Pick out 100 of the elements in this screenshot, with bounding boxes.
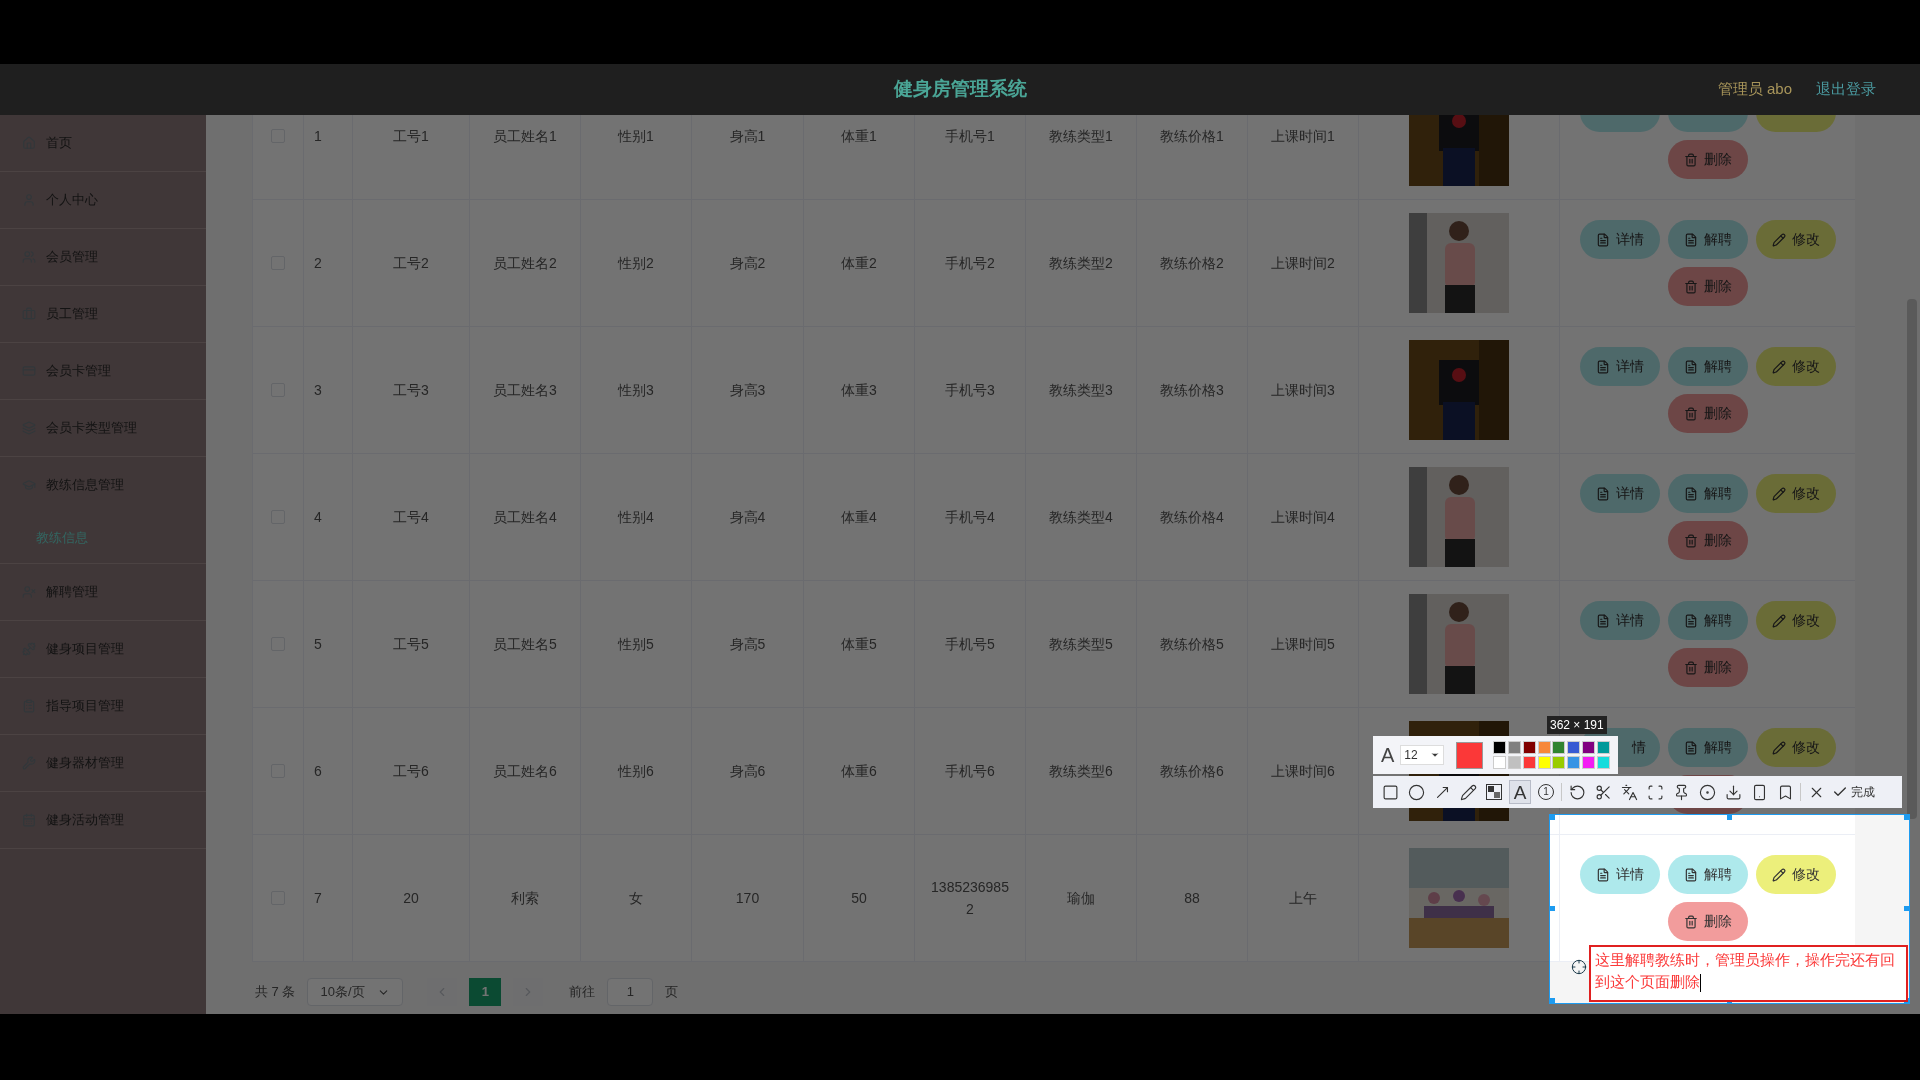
detail-button[interactable]: 详情 [1580, 855, 1660, 894]
table-cell-text: 教练类型5 [1049, 635, 1113, 654]
table-cell-text: 上课时间5 [1271, 635, 1335, 654]
dismiss-button[interactable]: 解聘 [1668, 474, 1748, 513]
dismiss-button[interactable]: 解聘 [1668, 601, 1748, 640]
edit-button[interactable]: 修改 [1756, 855, 1836, 894]
dismiss-button[interactable]: 解聘 [1668, 347, 1748, 386]
table-cell-text: 13852369852 [930, 878, 1010, 919]
color-swatch[interactable] [1552, 741, 1566, 754]
color-swatch[interactable] [1537, 741, 1551, 754]
dismiss-button[interactable]: 解聘 [1668, 855, 1748, 894]
delete-button[interactable]: 删除 [1668, 521, 1748, 560]
size-label: 362 × 191 [1547, 716, 1607, 734]
table-cell-text: 6 [314, 762, 322, 781]
table-cell-text: 工号1 [393, 127, 429, 146]
color-swatch[interactable] [1567, 741, 1581, 754]
detail-button[interactable]: 详情 [1580, 474, 1660, 513]
color-swatch[interactable] [1597, 756, 1611, 769]
table-cell-text: 上课时间4 [1271, 508, 1335, 527]
table-cell-text: 教练类型4 [1049, 508, 1113, 527]
edit-button[interactable]: 修改 [1756, 601, 1836, 640]
delete-button[interactable]: 删除 [1668, 902, 1748, 941]
table-cell-text: 身高1 [729, 127, 766, 146]
color-swatch[interactable] [1567, 756, 1581, 769]
color-swatch[interactable] [1582, 741, 1596, 754]
table-cell-text: 体重6 [841, 762, 877, 781]
table-cell-text: 员工姓名6 [493, 762, 557, 781]
color-swatch[interactable] [1492, 756, 1506, 769]
trash-icon [1684, 533, 1698, 548]
table-cell-text: 性别4 [618, 508, 654, 527]
page-button[interactable]: 1 [469, 978, 502, 1006]
table-cell-text: 1 [314, 127, 322, 146]
total-count: 共 7 条 [255, 983, 296, 1002]
edit-button[interactable]: 修改 [1756, 347, 1836, 386]
page-input[interactable]: 1 [607, 978, 654, 1006]
translate-icon [1620, 783, 1638, 801]
table-cell-text: 体重2 [841, 254, 877, 273]
table-cell-text: 教练价格5 [1160, 635, 1224, 654]
edit-button[interactable]: 修改 [1756, 474, 1836, 513]
edit-button[interactable]: 修改 [1756, 728, 1836, 767]
delete-button[interactable]: 删除 [1668, 394, 1748, 433]
dismiss-button[interactable]: 解聘 [1668, 220, 1748, 259]
edit-button[interactable]: 修改 [1756, 220, 1836, 259]
trash-icon [1684, 406, 1698, 421]
number-tool[interactable]: 1 [1535, 780, 1557, 804]
table-cell-text: 4 [314, 508, 322, 527]
app-title: 健身房管理系统 [893, 77, 1027, 102]
detail-button[interactable]: 详情 [1580, 220, 1660, 259]
table-cell-text: 身高3 [729, 381, 766, 400]
document-icon [1684, 359, 1698, 374]
color-swatch[interactable] [1597, 741, 1611, 754]
user-name: 管理员 abo [1717, 79, 1792, 100]
color-swatch[interactable] [1522, 756, 1536, 769]
table-cell-text: 员工姓名2 [493, 254, 557, 273]
font-size-select[interactable]: 12 [1400, 745, 1445, 765]
table-cell-text: 5 [314, 635, 322, 654]
color-swatch[interactable] [1552, 756, 1566, 769]
table-cell-text: 上课时间2 [1271, 254, 1335, 273]
table-cell-text: 工号5 [393, 635, 429, 654]
current-color[interactable] [1456, 741, 1483, 769]
dismiss-button[interactable]: 解聘 [1668, 728, 1748, 767]
finish-button[interactable]: 完成 [1831, 780, 1876, 804]
table-cell-text: 手机号6 [945, 762, 995, 781]
color-swatch[interactable] [1492, 741, 1506, 754]
table-cell-text: 教练价格4 [1160, 508, 1224, 527]
pencil-icon [1459, 783, 1477, 801]
table-cell-text: 170 [735, 889, 760, 908]
delete-button[interactable]: 删除 [1668, 267, 1748, 306]
goto-label: 前往 [569, 983, 596, 1002]
table-cell-text: 体重1 [841, 127, 877, 146]
pencil-icon [1772, 613, 1786, 628]
circle-icon [1407, 783, 1425, 801]
caret-icon [1430, 750, 1441, 760]
table-cell-text: 瑜伽 [1067, 889, 1095, 908]
pencil-icon [1772, 867, 1786, 882]
document-icon [1596, 359, 1610, 374]
pencil-icon [1772, 232, 1786, 247]
table-cell-text: 教练价格1 [1160, 127, 1224, 146]
scan-icon [1646, 783, 1664, 801]
table-cell-text: 上课时间3 [1271, 381, 1335, 400]
document-icon [1684, 867, 1698, 882]
table-cell-text: 2 [314, 254, 322, 273]
text-tool[interactable]: A [1509, 780, 1531, 804]
table-cell-text: 身高4 [729, 508, 766, 527]
delete-button[interactable]: 删除 [1668, 648, 1748, 687]
color-swatch[interactable] [1522, 741, 1536, 754]
color-swatch[interactable] [1507, 756, 1521, 769]
delete-button[interactable]: 删除 [1668, 140, 1748, 179]
logout-link[interactable]: 退出登录 [1816, 78, 1876, 101]
color-swatch[interactable] [1507, 741, 1521, 754]
table-cell-text: 身高5 [729, 635, 766, 654]
page-size-select[interactable]: 10条/页 [307, 978, 404, 1006]
table-cell-text: 20 [403, 889, 419, 908]
detail-button[interactable]: 详情 [1580, 601, 1660, 640]
detail-button[interactable]: 详情 [1580, 347, 1660, 386]
record-icon [1698, 783, 1716, 801]
color-swatch[interactable] [1537, 756, 1551, 769]
color-swatch[interactable] [1582, 756, 1596, 769]
trash-icon [1684, 660, 1698, 675]
table-cell-text: 教练类型6 [1049, 762, 1113, 781]
